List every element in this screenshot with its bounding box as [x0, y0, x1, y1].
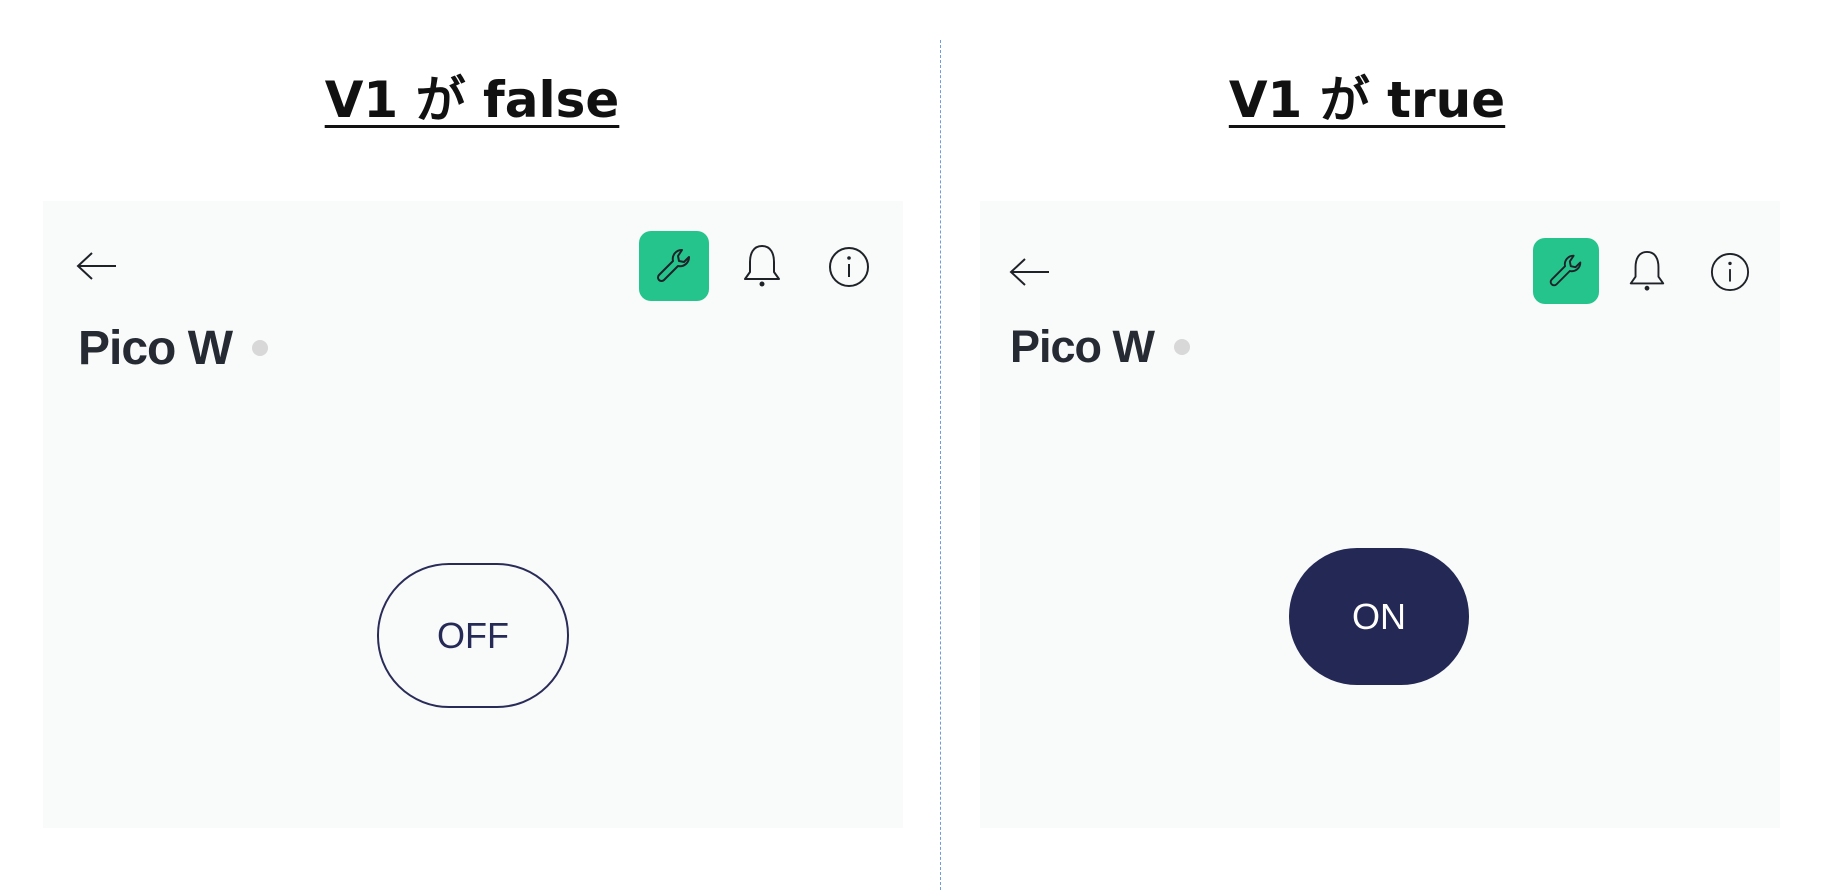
wrench-icon	[1545, 250, 1587, 292]
heading-true: V1 が true	[1228, 71, 1506, 129]
back-arrow-icon[interactable]	[75, 251, 119, 281]
device-panel-off: Pico W OFF	[43, 201, 903, 828]
device-title: Pico W	[1010, 317, 1191, 377]
info-icon[interactable]	[1709, 251, 1751, 293]
bell-icon[interactable]	[1623, 247, 1671, 295]
switch-button[interactable]: OFF	[377, 563, 569, 708]
device-name: Pico W	[78, 321, 233, 375]
switch-button[interactable]: ON	[1289, 548, 1469, 685]
status-dot	[1174, 339, 1191, 355]
back-arrow-icon[interactable]	[1008, 257, 1052, 287]
wrench-button[interactable]	[639, 231, 709, 301]
device-panel-on: Pico W ON	[980, 201, 1780, 828]
heading-false: V1 が false	[324, 71, 620, 129]
wrench-icon	[652, 244, 696, 288]
info-icon[interactable]	[827, 245, 871, 289]
status-dot	[252, 340, 269, 356]
device-title: Pico W	[78, 316, 269, 380]
wrench-button[interactable]	[1533, 238, 1599, 304]
bell-icon[interactable]	[737, 241, 787, 291]
comparison-stage: V1 が false V1 が true Pico W OFF Pico W O…	[0, 0, 1826, 890]
device-name: Pico W	[1010, 321, 1155, 372]
divider-line	[940, 40, 941, 890]
